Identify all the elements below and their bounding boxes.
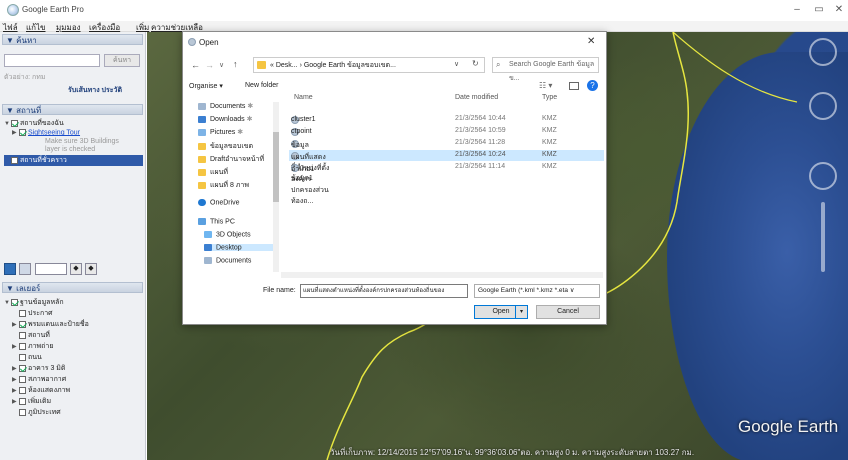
up-arrow-icon[interactable]: ↑ — [233, 59, 238, 69]
recent-chevron-icon[interactable]: ∨ — [219, 61, 224, 69]
dialog-title: Open — [199, 38, 219, 47]
nav-folder-boundary[interactable]: ข้อมูลขอบเขต — [198, 141, 253, 152]
places-search-icon[interactable] — [4, 263, 16, 275]
tree-sightseeing-tour[interactable]: ▶ Sightseeing Tour — [12, 129, 80, 136]
compass-icon[interactable] — [809, 38, 837, 66]
nav-downloads[interactable]: Downloads ✱ — [198, 115, 252, 123]
places-filter-field[interactable] — [35, 263, 67, 275]
open-dialog: Open ✕ ← → ∨ ↑ « Desk... › Google Earth … — [182, 31, 607, 325]
google-earth-logo: Google Earth — [738, 417, 839, 436]
window-title: Google Earth Pro — [22, 5, 84, 14]
forward-arrow-icon[interactable]: → — [205, 60, 214, 70]
nav-desktop[interactable]: Desktop — [204, 244, 274, 252]
look-joystick-icon[interactable] — [809, 92, 837, 120]
address-dropdown-icon[interactable]: ∨ — [454, 60, 459, 68]
horizontal-scrollbar[interactable] — [281, 272, 603, 278]
new-folder-button[interactable]: New folder — [245, 82, 278, 89]
nav-documents[interactable]: Documents ✱ — [198, 102, 253, 110]
layer-3d-buildings[interactable]: ▶ อาคาร 3 มิติ — [12, 363, 65, 374]
nav-folder-map8[interactable]: แผนที่ 8 ภาพ — [198, 180, 249, 191]
move-up-button[interactable]: ◆ — [70, 263, 82, 275]
title-bar: Google Earth Pro – ▭ ✕ — [0, 0, 848, 21]
layer-announcements[interactable]: ประกาศ — [12, 308, 53, 319]
layer-places[interactable]: สถานที่ — [12, 330, 50, 341]
status-bar: วันที่เก็บภาพ: 12/14/2015 12°57'09.16"น.… — [330, 448, 695, 457]
col-name[interactable]: Name — [294, 94, 313, 101]
help-icon[interactable]: ? — [587, 80, 598, 91]
back-arrow-icon[interactable]: ← — [191, 60, 200, 70]
search-button[interactable]: ค้นหา — [104, 54, 140, 67]
file-row-places[interactable]: ข้อมูลสถานที่ทำข้อมูล121/3/2564 11:28KMZ — [289, 138, 604, 182]
open-button[interactable]: Open ▾ — [474, 305, 528, 319]
layer-terrain[interactable]: ภูมิประเทศ — [12, 407, 61, 418]
file-row-cluster1[interactable]: cluster1 21/3/2564 10:44 KMZ — [289, 114, 604, 125]
tree-temp-places[interactable]: สถานที่ชั่วคราว — [4, 155, 143, 166]
search-example: ตัวอย่าง: กทม — [4, 74, 46, 81]
search-icon: ⌕ — [496, 60, 501, 69]
filename-label: File name: — [263, 287, 296, 294]
nav-folder-map[interactable]: แผนที่ — [198, 167, 228, 178]
preview-pane-icon[interactable] — [569, 82, 579, 90]
tour-note-line1: Make sure 3D Buildings — [45, 138, 119, 145]
file-type-select[interactable]: Google Earth (*.kml *.kmz *.eta ∨ — [474, 284, 600, 298]
open-dropdown-icon[interactable]: ▾ — [515, 306, 527, 318]
tree-my-places[interactable]: ▼ สถานที่ของฉัน — [4, 118, 64, 129]
col-type[interactable]: Type — [542, 94, 557, 101]
close-button[interactable]: ✕ — [828, 3, 848, 17]
search-links[interactable]: รับเส้นทาง ประวัติ — [68, 85, 122, 96]
view-options-icon[interactable]: ☷ ▾ — [539, 81, 552, 90]
search-input[interactable] — [4, 54, 100, 67]
layer-roads[interactable]: ถนน — [12, 352, 42, 363]
layer-primary-db[interactable]: ▼ ฐานข้อมูลหลัก — [4, 297, 64, 308]
tour-note-line2: layer is checked — [45, 146, 96, 153]
folder-icon — [257, 61, 266, 69]
search-header[interactable]: ▼ ค้นหา — [2, 34, 143, 45]
layer-weather[interactable]: ▶ สภาพอากาศ — [12, 374, 66, 385]
layers-header[interactable]: ▼ เลเยอร์ — [2, 282, 143, 293]
move-joystick-icon[interactable] — [809, 162, 837, 190]
google-earth-icon — [7, 4, 19, 16]
zoom-slider[interactable] — [821, 202, 825, 272]
nav-scroll-thumb[interactable] — [273, 132, 279, 202]
file-list: Name Date modified Type cluster1 21/3/256… — [289, 94, 604, 272]
places-header[interactable]: ▼ สถานที่ — [2, 104, 143, 115]
col-date[interactable]: Date modified — [455, 94, 498, 101]
layer-more[interactable]: ▶ เพิ่มเติม — [12, 396, 51, 407]
cancel-button[interactable]: Cancel — [536, 305, 600, 319]
layer-borders[interactable]: ▶ พรมแดนและป้ายชื่อ — [12, 319, 89, 330]
layer-gallery[interactable]: ▶ ห้องแสดงภาพ — [12, 385, 70, 396]
nav-3d-objects[interactable]: 3D Objects — [204, 231, 251, 238]
dialog-search-input[interactable]: Search Google Earth ข้อมูลข... — [492, 57, 599, 82]
nav-onedrive[interactable]: OneDrive — [198, 199, 240, 206]
sidebar: ▼ ค้นหา ค้นหา ตัวอย่าง: กทม รับเส้นทาง ป… — [0, 32, 146, 460]
file-row-selected[interactable]: แผนที่แสดงตำแหน่งที่ตั้งองค์กรปกครองส่วน… — [289, 150, 604, 205]
navigation-pane: Documents ✱ Downloads ✱ Pictures ✱ ข้อมู… — [190, 102, 280, 272]
nav-folder-draft[interactable]: Draftอำนาจหน้าที่ — [198, 154, 264, 165]
nav-scrollbar[interactable] — [273, 102, 279, 272]
maximize-button[interactable]: ▭ — [808, 3, 830, 17]
file-row-amphoe1[interactable]: อำเภอ1 21/3/2564 11:14 KMZ — [289, 162, 604, 173]
address-path: « Desk... › Google Earth ข้อมูลขอบเขต... — [270, 62, 396, 69]
nav-this-pc[interactable]: This PC — [198, 218, 235, 225]
address-bar[interactable]: « Desk... › Google Earth ข้อมูลขอบเขต...… — [253, 57, 485, 73]
panel-toggle-icon[interactable] — [19, 263, 31, 275]
filename-input[interactable]: แผนที่แสดงตำแหน่งที่ตั้งองค์กรปกครองส่วน… — [300, 284, 468, 298]
organise-button[interactable]: Organise ▾ — [189, 82, 223, 90]
nav-documents-pc[interactable]: Documents — [204, 257, 251, 264]
dialog-app-icon — [188, 38, 196, 46]
refresh-icon[interactable]: ↻ — [472, 59, 479, 68]
dialog-close-button[interactable]: ✕ — [587, 36, 595, 47]
move-down-button[interactable]: ◆ — [85, 263, 97, 275]
file-row-ctpoint[interactable]: ctpoint 21/3/2564 10:59 KMZ — [289, 126, 604, 137]
layer-photos[interactable]: ▶ ภาพถ่าย — [12, 341, 53, 352]
minimize-button[interactable]: – — [786, 3, 808, 17]
nav-pictures[interactable]: Pictures ✱ — [198, 128, 243, 136]
